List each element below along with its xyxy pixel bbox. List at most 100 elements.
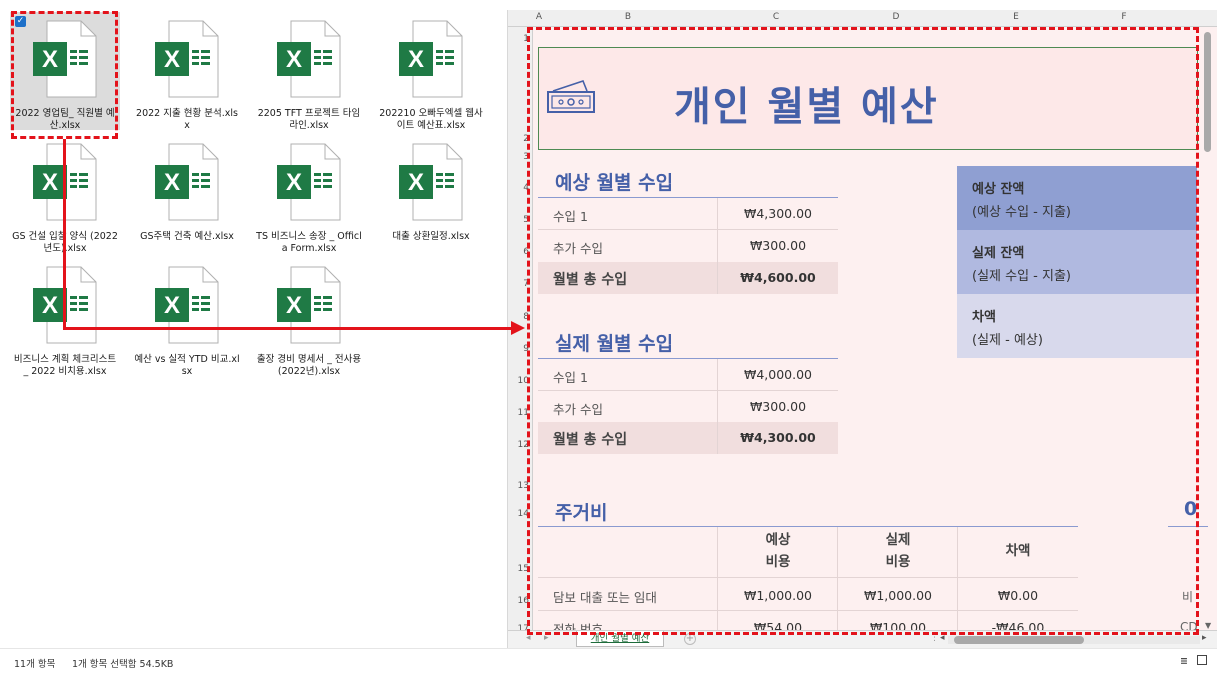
section-divider — [538, 197, 838, 198]
balance-subtitle: (예상 수입 - 지출) — [972, 205, 1071, 220]
file-item[interactable]: X GS주택 건축 예산.xlsx — [132, 135, 242, 253]
next-section-title-partial: 0 — [1184, 498, 1198, 520]
file-item[interactable]: ✓ X 2022 영업팀_ 직원별 예산.xlsx — [10, 12, 120, 131]
annotation-arrow-line — [63, 327, 513, 330]
row-number[interactable]: 1 — [523, 34, 529, 44]
file-name: 2205 TFT 프로젝트 타임라인.xlsx — [257, 108, 361, 131]
file-name: 2022 영업팀_ 직원별 예산.xlsx — [15, 108, 115, 131]
sheet-tab-personal-budget[interactable]: 개인 월별 예산 — [576, 631, 664, 647]
page-title: 개인 월별 예산 — [674, 84, 939, 130]
housing-row-1-expected[interactable]: ₩1,000.00 — [718, 588, 838, 603]
row-number[interactable]: 4 — [523, 183, 529, 193]
scroll-left-arrow-icon[interactable]: ◂ — [940, 633, 945, 643]
file-item[interactable]: X TS 비즈니스 송장 _ Officla Form.xlsx — [254, 135, 364, 254]
svg-text:X: X — [408, 46, 424, 73]
excel-file-icon: X — [277, 143, 341, 221]
file-explorer: ✓ X 2022 영업팀_ 직원별 예산.xlsx X 2022 지출 현황 분석.xl… — [0, 0, 505, 648]
file-name: GS주택 건축 예산.xlsx — [140, 231, 234, 242]
svg-text:X: X — [164, 292, 180, 319]
expected-income-total-label[interactable]: 월별 총 수입 — [553, 269, 627, 289]
column-header-f[interactable]: F — [1094, 12, 1154, 22]
expected-income-value-1[interactable]: ₩4,300.00 — [718, 206, 838, 221]
balance-box[interactable]: 실제 잔액 (실제 수입 - 지출) — [957, 230, 1197, 294]
svg-text:X: X — [164, 46, 180, 73]
svg-text:X: X — [408, 169, 424, 196]
vertical-scrollbar-thumb[interactable] — [1204, 32, 1211, 152]
row-number[interactable]: 5 — [523, 215, 529, 225]
column-header-e[interactable]: E — [986, 12, 1046, 22]
housing-row-1-label[interactable]: 담보 대출 또는 임대 — [553, 587, 657, 606]
row-divider — [538, 229, 838, 230]
add-sheet-button[interactable]: + — [684, 633, 696, 645]
actual-income-label-1[interactable]: 수입 1 — [553, 367, 588, 386]
expected-income-value-2[interactable]: ₩300.00 — [718, 238, 838, 253]
file-item[interactable]: X 202210 오빠두엑셀 웹사이트 예산표.xlsx — [376, 12, 486, 131]
row-number[interactable]: 12 — [518, 440, 529, 450]
column-header-b[interactable]: B — [598, 12, 658, 22]
balance-title: 예상 잔액 — [972, 182, 1025, 197]
balance-box[interactable]: 차액 (실제 - 예상) — [957, 294, 1197, 358]
sheet-tab-bar: ◂ ▸ 개인 월별 예산 + ⋮ ◂ ▸ — [508, 630, 1217, 648]
annotation-arrow-head-icon — [511, 321, 525, 335]
row-number[interactable]: 7 — [523, 279, 529, 289]
housing-header-actual[interactable]: 실제 비용 — [838, 529, 958, 573]
file-name: 비즈니스 계획 체크리스트 _ 2022 비치용.xlsx — [13, 354, 117, 377]
row-number[interactable]: 15 — [518, 564, 529, 574]
file-item[interactable]: X 출장 경비 명세서 _ 전사용 (2022년).xlsx — [254, 258, 364, 377]
file-item[interactable]: X 2022 지출 현황 분석.xlsx — [132, 12, 242, 131]
expected-income-label-1[interactable]: 수입 1 — [553, 206, 588, 225]
svg-text:X: X — [286, 46, 302, 73]
expected-income-total-value[interactable]: ₩4,600.00 — [718, 270, 838, 285]
column-header-c[interactable]: C — [746, 12, 806, 22]
scroll-down-arrow-icon[interactable]: ▼ — [1205, 621, 1211, 630]
balance-subtitle: (실제 - 예상) — [972, 333, 1043, 348]
file-item[interactable]: X 대출 상환일정.xlsx — [376, 135, 486, 253]
next-sheet-arrow-icon[interactable]: ▸ — [544, 633, 549, 643]
column-divider — [717, 527, 718, 630]
actual-income-title: 실제 월별 수입 — [555, 333, 674, 355]
selection-checkbox-icon[interactable]: ✓ — [15, 16, 26, 27]
actual-income-value-1[interactable]: ₩4,000.00 — [718, 367, 838, 382]
row-number[interactable]: 14 — [518, 509, 529, 519]
details-view-icon[interactable]: ≣ — [1180, 656, 1188, 667]
file-name: 출장 경비 명세서 _ 전사용 (2022년).xlsx — [256, 354, 362, 377]
row-number[interactable]: 9 — [523, 344, 529, 354]
actual-income-total-label[interactable]: 월별 총 수입 — [553, 429, 627, 449]
actual-income-value-2[interactable]: ₩300.00 — [718, 399, 838, 414]
status-bar: 11개 항목 1개 항목 선택함 54.5KB ≣ — [0, 648, 1217, 674]
housing-header-expected[interactable]: 예상 비용 — [718, 529, 838, 573]
row-number[interactable]: 2 — [523, 134, 529, 144]
expected-income-label-2[interactable]: 추가 수입 — [553, 238, 603, 257]
row-number[interactable]: 10 — [518, 376, 529, 386]
housing-row-1-diff[interactable]: ₩0.00 — [958, 588, 1078, 603]
row-number[interactable]: 6 — [523, 247, 529, 257]
housing-row-1-actual[interactable]: ₩1,000.00 — [838, 588, 958, 603]
selection-info: 1개 항목 선택함 54.5KB — [72, 659, 174, 670]
column-header-a[interactable]: A — [534, 12, 544, 22]
housing-title: 주거비 — [555, 502, 608, 524]
excel-file-icon: X — [277, 20, 341, 98]
actual-income-total-value[interactable]: ₩4,300.00 — [718, 430, 838, 445]
prev-sheet-arrow-icon[interactable]: ◂ — [526, 633, 531, 643]
file-name: TS 비즈니스 송장 _ Officla Form.xlsx — [256, 231, 362, 254]
actual-income-label-2[interactable]: 추가 수입 — [553, 399, 603, 418]
partial-cell-text[interactable]: 비 — [1182, 588, 1193, 605]
tiles-view-icon[interactable] — [1197, 655, 1207, 665]
horizontal-scrollbar-thumb[interactable] — [954, 636, 1084, 644]
balance-box[interactable]: 예상 잔액 (예상 수입 - 지출) — [957, 166, 1197, 230]
column-divider — [957, 527, 958, 630]
file-item[interactable]: X 2205 TFT 프로젝트 타임라인.xlsx — [254, 12, 364, 131]
row-number[interactable]: 11 — [518, 408, 529, 418]
scroll-right-arrow-icon[interactable]: ▸ — [1202, 633, 1207, 643]
excel-file-icon: X — [399, 143, 463, 221]
row-number[interactable]: 3 — [523, 152, 529, 162]
row-number[interactable]: 13 — [518, 481, 529, 491]
row-number[interactable]: 16 — [518, 596, 529, 606]
housing-header-diff[interactable]: 차액 — [958, 540, 1078, 562]
excel-file-icon: X — [399, 20, 463, 98]
excel-file-icon: X — [33, 20, 97, 98]
column-header-d[interactable]: D — [866, 12, 926, 22]
more-options-icon[interactable]: ⋮ — [930, 633, 939, 643]
file-item[interactable]: X 예산 vs 실적 YTD 비교.xlsx — [132, 258, 242, 377]
svg-text:X: X — [164, 169, 180, 196]
